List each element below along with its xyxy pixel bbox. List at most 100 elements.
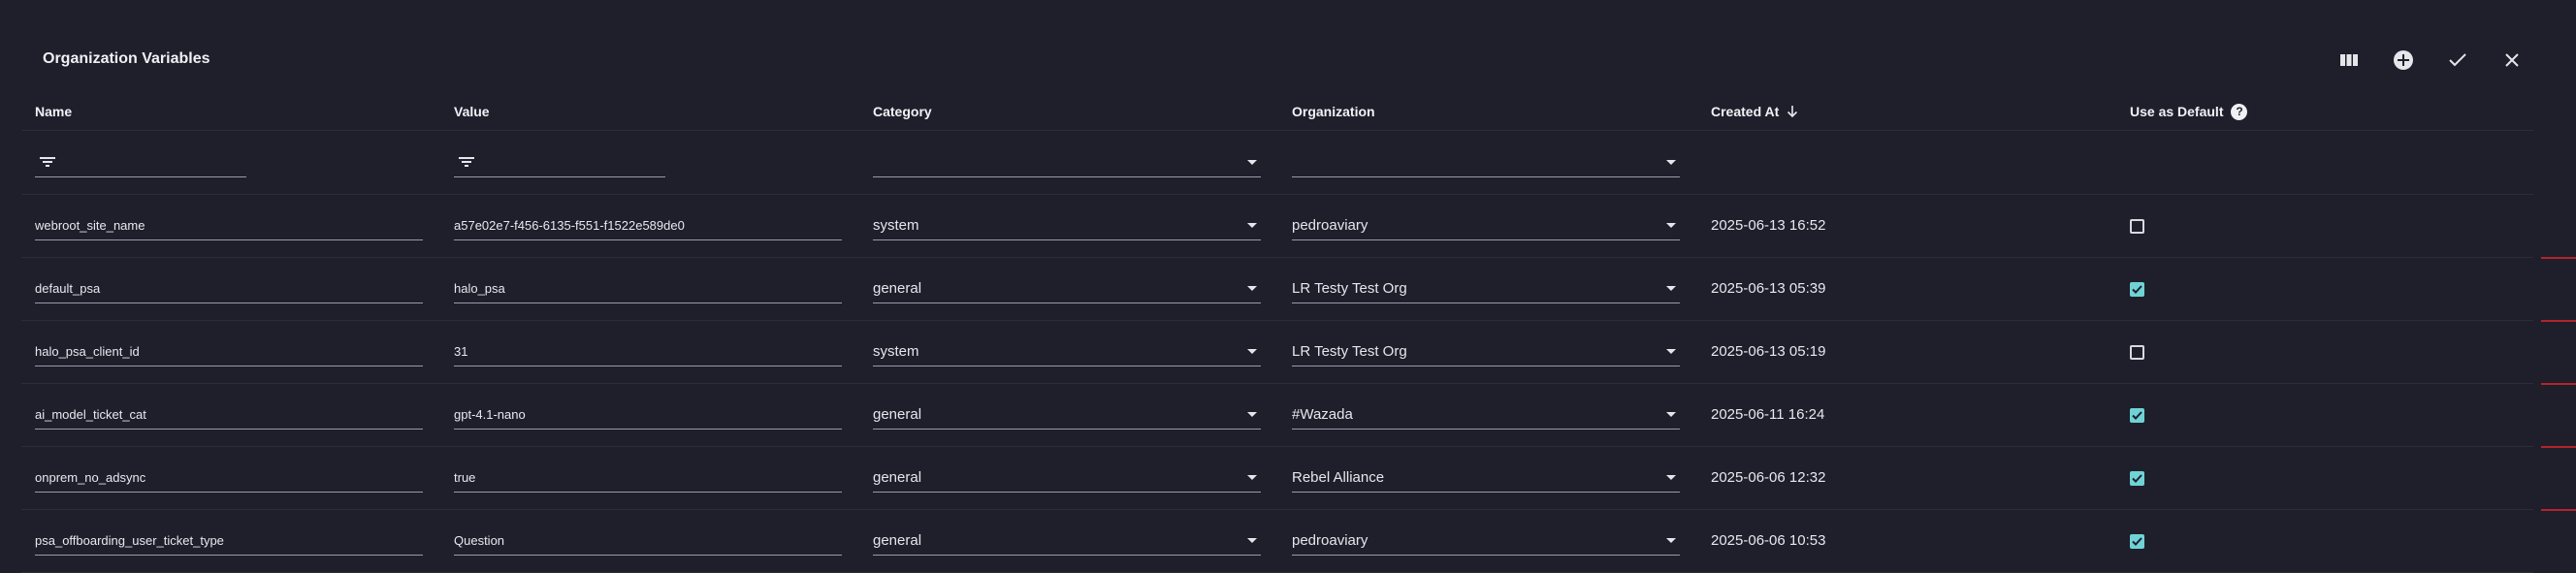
category-select[interactable]: system <box>873 337 1261 366</box>
category-select[interactable]: general <box>873 463 1261 493</box>
organization-select[interactable]: LR Testy Test Org <box>1292 274 1680 303</box>
close-button[interactable] <box>2496 45 2528 76</box>
header-use-as-default-label: Use as Default <box>2130 104 2224 119</box>
created-at-value: 2025-06-13 05:19 <box>1711 343 1826 360</box>
use-as-default-checkbox[interactable] <box>2130 533 2144 549</box>
organization-filter-select[interactable] <box>1292 148 1680 177</box>
use-as-default-checkbox[interactable] <box>2130 407 2144 423</box>
header-created-at-label: Created At <box>1711 104 1780 119</box>
chevron-down-icon <box>1666 223 1676 228</box>
table-row[interactable]: onprem_no_adsync true general Rebel Alli… <box>21 447 2533 510</box>
category-value: general <box>873 406 922 423</box>
name-field[interactable]: default_psa <box>35 274 423 303</box>
organization-value: LR Testy Test Org <box>1292 280 1407 297</box>
value-field[interactable]: halo_psa <box>454 274 842 303</box>
value-field[interactable]: true <box>454 463 842 493</box>
use-as-default-checkbox[interactable] <box>2130 344 2144 360</box>
help-icon[interactable]: ? <box>2231 103 2248 120</box>
created-at-value: 2025-06-13 05:39 <box>1711 280 1826 297</box>
category-select[interactable]: general <box>873 526 1261 556</box>
row-error-marker <box>2541 509 2576 511</box>
page-title: Organization Variables <box>43 50 210 67</box>
check-icon <box>2132 410 2142 420</box>
row-error-marker <box>2541 257 2576 259</box>
header-name[interactable]: Name <box>21 104 440 119</box>
created-at-value: 2025-06-13 16:52 <box>1711 217 1826 234</box>
table-header: Name Value Category Organization Created… <box>21 93 2533 131</box>
add-circle-icon <box>2394 50 2413 70</box>
organization-value: pedroaviary <box>1292 532 1368 549</box>
chevron-down-icon <box>1247 286 1257 291</box>
created-at-value: 2025-06-06 12:32 <box>1711 469 1826 486</box>
name-field[interactable]: webroot_site_name <box>35 211 423 240</box>
category-select[interactable]: system <box>873 211 1261 240</box>
columns-icon <box>2340 54 2358 66</box>
value-filter-input[interactable] <box>454 148 665 177</box>
row-error-marker <box>2541 383 2576 385</box>
table-row[interactable]: psa_offboarding_user_ticket_type Questio… <box>21 510 2533 573</box>
add-button[interactable] <box>2388 45 2419 76</box>
organization-select[interactable]: Rebel Alliance <box>1292 463 1680 493</box>
name-filter-input[interactable] <box>35 148 246 177</box>
name-field[interactable]: onprem_no_adsync <box>35 463 423 493</box>
value-field[interactable]: a57e02e7-f456-6135-f551-f1522e589de0 <box>454 211 842 240</box>
category-value: general <box>873 532 922 549</box>
chevron-down-icon <box>1247 159 1257 165</box>
check-icon <box>2449 53 2466 67</box>
header-created-at[interactable]: Created At <box>1697 104 2116 119</box>
chevron-down-icon <box>1247 349 1257 354</box>
name-field[interactable]: psa_offboarding_user_ticket_type <box>35 526 423 556</box>
table-row[interactable]: halo_psa_client_id 31 system LR Testy Te… <box>21 321 2533 384</box>
table-row[interactable]: ai_model_ticket_cat gpt-4.1-nano general… <box>21 384 2533 447</box>
category-select[interactable]: general <box>873 400 1261 430</box>
category-value: general <box>873 280 922 297</box>
value-field[interactable]: 31 <box>454 337 842 366</box>
filter-row <box>21 131 2533 195</box>
use-as-default-checkbox[interactable] <box>2130 218 2144 234</box>
check-icon <box>2132 284 2142 294</box>
chevron-down-icon <box>1666 475 1676 480</box>
chevron-down-icon <box>1247 538 1257 543</box>
organization-select[interactable]: pedroaviary <box>1292 211 1680 240</box>
category-value: system <box>873 343 919 360</box>
header-organization[interactable]: Organization <box>1278 104 1697 119</box>
header-use-as-default[interactable]: Use as Default ? <box>2116 103 2533 120</box>
row-error-marker <box>2541 320 2576 322</box>
filter-icon <box>40 157 55 167</box>
save-button[interactable] <box>2442 45 2473 76</box>
organization-select[interactable]: pedroaviary <box>1292 526 1680 556</box>
value-field[interactable]: Question <box>454 526 842 556</box>
variables-table: Name Value Category Organization Created… <box>21 93 2533 573</box>
organization-value: Rebel Alliance <box>1292 469 1385 486</box>
chevron-down-icon <box>1666 286 1676 291</box>
table-body: webroot_site_name a57e02e7-f456-6135-f55… <box>21 195 2533 573</box>
close-icon <box>2505 53 2519 67</box>
name-field[interactable]: halo_psa_client_id <box>35 337 423 366</box>
organization-value: LR Testy Test Org <box>1292 343 1407 360</box>
sort-descending-icon <box>1787 106 1798 118</box>
columns-button[interactable] <box>2334 45 2365 76</box>
created-at-value: 2025-06-06 10:53 <box>1711 532 1826 549</box>
table-row[interactable]: webroot_site_name a57e02e7-f456-6135-f55… <box>21 195 2533 258</box>
header-category[interactable]: Category <box>859 104 1278 119</box>
category-select[interactable]: general <box>873 274 1261 303</box>
chevron-down-icon <box>1666 349 1676 354</box>
header-value[interactable]: Value <box>440 104 859 119</box>
organization-select[interactable]: #Wazada <box>1292 400 1680 430</box>
toolbar <box>2334 45 2528 76</box>
row-error-marker <box>2541 446 2576 448</box>
created-at-value: 2025-06-11 16:24 <box>1711 406 1825 423</box>
category-value: system <box>873 217 919 234</box>
category-filter-select[interactable] <box>873 148 1261 177</box>
chevron-down-icon <box>1666 412 1676 417</box>
chevron-down-icon <box>1247 223 1257 228</box>
organization-select[interactable]: LR Testy Test Org <box>1292 337 1680 366</box>
use-as-default-checkbox[interactable] <box>2130 470 2144 486</box>
check-icon <box>2132 536 2142 546</box>
chevron-down-icon <box>1247 475 1257 480</box>
chevron-down-icon <box>1666 159 1676 165</box>
table-row[interactable]: default_psa halo_psa general LR Testy Te… <box>21 258 2533 321</box>
use-as-default-checkbox[interactable] <box>2130 281 2144 297</box>
value-field[interactable]: gpt-4.1-nano <box>454 400 842 430</box>
name-field[interactable]: ai_model_ticket_cat <box>35 400 423 430</box>
